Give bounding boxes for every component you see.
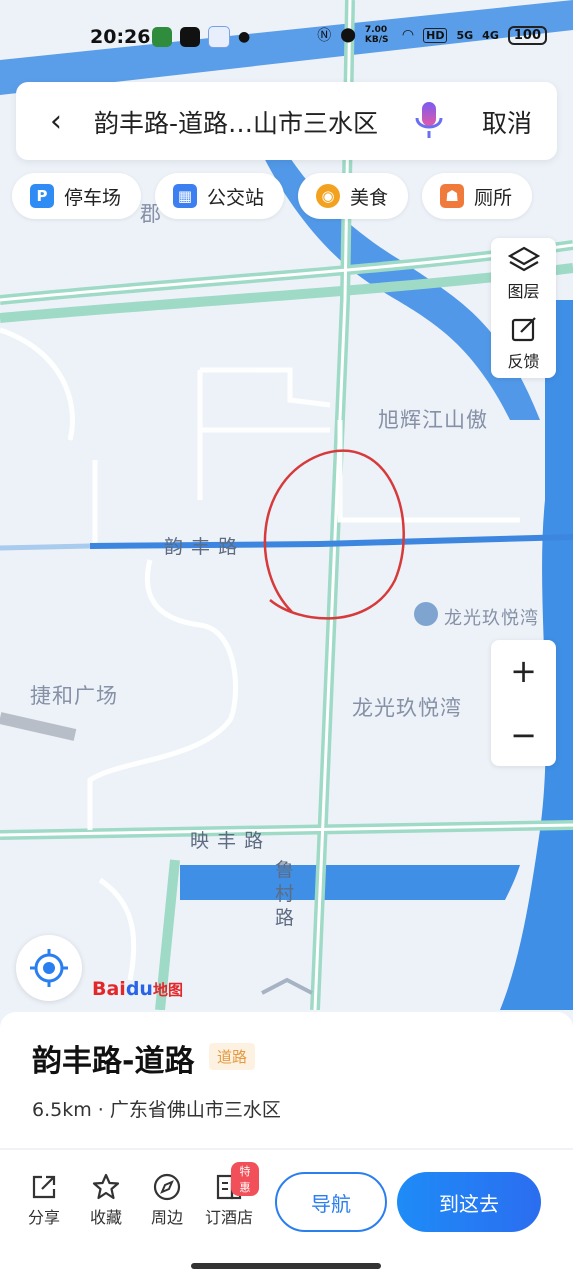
river-lower xyxy=(180,865,520,900)
zoom-in-button[interactable]: + xyxy=(491,652,556,690)
place-card[interactable]: 韵丰路-道路 道路 6.5km · 广东省佛山市三水区 xyxy=(0,1012,573,1280)
signal-5g: 5G xyxy=(456,28,474,42)
status-time: 20:26 xyxy=(90,26,151,48)
zoom-control: + − xyxy=(491,640,556,766)
logo-map: 地图 xyxy=(152,981,183,999)
map-label-jiehe: 捷和广场 xyxy=(30,684,118,708)
signal-4g: 4G xyxy=(482,28,499,42)
feedback-label: 反馈 xyxy=(507,352,540,371)
battery-indicator: 100 xyxy=(507,25,547,45)
chip-label: 美食 xyxy=(350,186,389,209)
hd-badge: HD xyxy=(423,27,448,43)
dot-icon: ● xyxy=(238,29,251,45)
chip-parking[interactable]: P 停车场 xyxy=(12,173,142,219)
cancel-button[interactable]: 取消 xyxy=(482,104,532,140)
net-speed: 7.00 KB/S xyxy=(364,25,389,45)
zoom-out-button[interactable]: − xyxy=(491,716,556,754)
app-notification-icon xyxy=(152,27,172,47)
feedback-button[interactable]: 反馈 xyxy=(491,316,556,372)
map-side-tools: 图层 反馈 xyxy=(491,238,556,378)
place-type-badge: 道路 xyxy=(209,1043,256,1070)
share-label: 分享 xyxy=(27,1208,60,1227)
favorite-label: 收藏 xyxy=(89,1208,122,1227)
map-label-longguang-poi[interactable]: 龙光玖悦湾 xyxy=(444,604,539,630)
share-icon xyxy=(32,1175,56,1199)
toilet-icon: ☗ xyxy=(440,184,465,208)
app-notification-icon-2 xyxy=(208,26,230,48)
chip-bus-stop[interactable]: ▦ 公交站 xyxy=(155,173,285,219)
map-label-yunfeng-road: 韵 丰 路 xyxy=(164,536,239,558)
drag-handle-icon xyxy=(261,977,313,995)
parking-icon: P xyxy=(30,184,54,208)
star-icon xyxy=(92,1173,120,1200)
map-label-lucun-road: 鲁村路 xyxy=(275,859,296,929)
search-query[interactable]: 韵丰路-道路…山市三水区 xyxy=(94,104,378,140)
wifi-icon: ◠ xyxy=(401,27,415,43)
chip-label: 厕所 xyxy=(474,186,513,209)
food-icon: ◉ xyxy=(316,184,341,208)
layers-icon xyxy=(507,246,540,272)
layers-button[interactable]: 图层 xyxy=(491,246,556,302)
baidu-map-logo: Baidu地图 xyxy=(92,978,183,1000)
nfc-icon: Ⓝ xyxy=(317,28,332,44)
promo-tag: 特惠 xyxy=(231,1162,259,1196)
chip-label: 停车场 xyxy=(64,186,122,209)
category-chips: P 停车场 ▦ 公交站 ◉ 美食 ☗ 厕所 xyxy=(12,173,533,219)
crosshair-icon xyxy=(30,949,68,987)
location-icon: ⬤ xyxy=(340,27,356,43)
place-title: 韵丰路-道路 xyxy=(32,1044,195,1079)
nearby-button[interactable]: 周边 xyxy=(137,1170,197,1228)
go-here-button[interactable]: 到这去 xyxy=(397,1172,541,1232)
locate-button[interactable] xyxy=(16,935,82,1001)
book-hotel-button[interactable]: 特惠 订酒店 xyxy=(199,1162,259,1228)
book-hotel-label: 订酒店 xyxy=(204,1208,253,1227)
compass-icon xyxy=(153,1173,181,1201)
bus-stop-icon: ▦ xyxy=(173,184,198,208)
nearby-label: 周边 xyxy=(150,1208,183,1227)
map-label-xuhui: 旭辉江山傲 xyxy=(378,408,488,432)
feedback-icon xyxy=(511,317,536,342)
place-subtitle: 6.5km · 广东省佛山市三水区 xyxy=(32,1099,281,1121)
chip-toilet[interactable]: ☗ 厕所 xyxy=(422,173,533,219)
logo-bai: Bai xyxy=(92,978,126,1000)
status-bar: 20:26 ● Ⓝ ⬤ 7.00 KB/S ◠ HD 5G 4G 100 xyxy=(0,18,573,58)
chip-food[interactable]: ◉ 美食 xyxy=(298,173,409,219)
navigate-button[interactable]: 导航 xyxy=(275,1172,387,1232)
back-icon[interactable]: ‹ xyxy=(50,104,62,139)
search-bar[interactable]: ‹ 韵丰路-道路…山市三水区 取消 xyxy=(16,82,557,160)
chip-label: 公交站 xyxy=(207,186,265,209)
map-label-longguang: 龙光玖悦湾 xyxy=(352,696,462,720)
tiktok-icon xyxy=(180,27,200,47)
card-divider xyxy=(0,1148,573,1150)
map-label-yingfeng-road: 映 丰 路 xyxy=(190,830,265,852)
logo-du: du xyxy=(125,978,153,1000)
layers-label: 图层 xyxy=(507,282,540,301)
favorite-button[interactable]: 收藏 xyxy=(76,1170,136,1228)
share-button[interactable]: 分享 xyxy=(14,1170,74,1228)
microphone-icon[interactable] xyxy=(414,100,444,144)
home-indicator[interactable] xyxy=(191,1263,381,1269)
